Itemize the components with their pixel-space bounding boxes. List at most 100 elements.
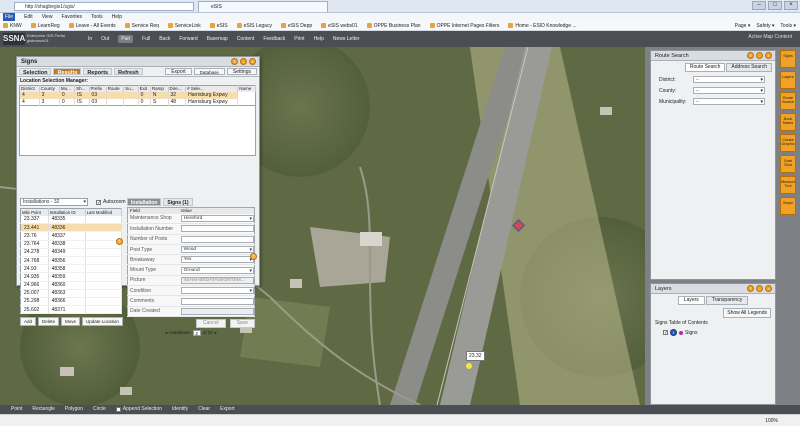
menu-edit[interactable]: Edit xyxy=(24,13,33,21)
append-selection-toggle[interactable]: Append Selection xyxy=(115,405,162,414)
close-icon[interactable]: × xyxy=(784,1,798,10)
favorite-link[interactable]: eSIS webs01 xyxy=(321,23,358,29)
favorite-link[interactable]: eSIS Depp xyxy=(280,23,312,29)
maximize-icon[interactable]: □ xyxy=(768,1,782,10)
minimize-icon[interactable]: – xyxy=(756,285,763,292)
inst-column-header[interactable]: Last Modified xyxy=(85,208,123,216)
tab-reports[interactable]: Reports xyxy=(83,68,113,76)
maptool-point-button[interactable]: Point xyxy=(11,405,22,414)
route-field-select[interactable]: -- xyxy=(693,87,765,94)
installation-pager-icon[interactable]: › xyxy=(116,238,123,245)
active-map-content[interactable]: Active Map Content xyxy=(748,34,792,40)
cancel-button[interactable]: Cancel xyxy=(196,318,226,328)
toolbar-in-button[interactable]: In xyxy=(88,35,92,43)
move-button[interactable]: Move xyxy=(61,317,81,327)
delete-button[interactable]: Delete xyxy=(38,317,60,327)
maptool-clear-button[interactable]: Clear xyxy=(198,405,210,414)
close-icon[interactable]: × xyxy=(765,52,772,59)
tab-route-search[interactable]: Route Search xyxy=(684,63,726,72)
toolbar-content-button[interactable]: Content xyxy=(237,35,255,43)
help-icon[interactable]: ? xyxy=(231,58,238,65)
widget-measure-tool-button[interactable]: Measure Tool xyxy=(780,176,796,194)
inst-column-header[interactable]: Mile Point xyxy=(20,208,49,216)
loc-column-header[interactable]: Name xyxy=(237,85,256,92)
autozoom-toggle[interactable]: ✓ Autozoom xyxy=(96,198,126,206)
favorite-link[interactable]: eSIS Legacy xyxy=(236,23,272,29)
help-icon[interactable]: ? xyxy=(747,52,754,59)
installation-row[interactable]: 24.966 48360 xyxy=(20,281,123,290)
installation-row[interactable]: 23.337 48335 xyxy=(20,215,123,225)
toolbar-news-letter-button[interactable]: News Letter xyxy=(333,35,360,43)
location-row[interactable]: 4 3 0 IS 03 0 N 32 Harrisburg Expwy xyxy=(19,91,256,99)
widget-grab-shot-button[interactable]: Grab Shot xyxy=(780,155,796,173)
toolbar-out-button[interactable]: Out xyxy=(101,35,109,43)
menu-view[interactable]: View xyxy=(42,13,53,21)
location-row[interactable]: 4 3 0 IS 03 0 S 48 Harrisburg Expwy xyxy=(19,98,256,106)
favorite-link[interactable]: eSIS xyxy=(209,23,228,29)
toolbar-print-button[interactable]: Print xyxy=(294,35,304,43)
favorite-link[interactable]: Service Req xyxy=(124,23,159,29)
installation-row[interactable]: 24.935 48359 xyxy=(20,272,123,282)
tab-installation[interactable]: Installation xyxy=(127,198,162,206)
close-icon[interactable]: × xyxy=(249,58,256,65)
layer-info-icon[interactable]: i xyxy=(670,329,677,336)
installation-row[interactable]: 25.298 48366 xyxy=(20,297,123,307)
tab-selection[interactable]: Selection xyxy=(19,68,52,76)
widget-signs-button[interactable]: Signs xyxy=(780,50,796,68)
maptool-rectangle-button[interactable]: Rectangle xyxy=(32,405,55,414)
toolbar-help-button[interactable]: Help xyxy=(314,35,324,43)
tab-refresh[interactable]: Refresh xyxy=(114,68,143,76)
pager-prev-icon[interactable]: ◂ xyxy=(165,330,167,336)
favorite-link[interactable]: Home - ESID Knowledge ... xyxy=(508,23,577,29)
maptool-identify-button[interactable]: Identify xyxy=(172,405,188,414)
maptool-circle-button[interactable]: Circle xyxy=(93,405,106,414)
menu-help[interactable]: Help xyxy=(112,13,122,21)
favorite-link[interactable]: OPPE Internet Pages Filters xyxy=(429,23,499,29)
favorite-link[interactable]: KNW xyxy=(3,23,22,29)
toolbar-full-button[interactable]: Full xyxy=(142,35,150,43)
zoom-level[interactable]: 100% xyxy=(765,418,778,424)
widget-create-graphic-button[interactable]: Create Graphic xyxy=(780,134,796,152)
pager-current-input[interactable]: 2 xyxy=(192,329,201,336)
append-selection-checkbox[interactable] xyxy=(115,407,121,412)
export-button[interactable]: Export xyxy=(165,68,192,75)
favorite-link[interactable]: OPPE Business Plan xyxy=(366,23,421,29)
layer-item-signs[interactable]: ✓ i Signs xyxy=(663,329,771,336)
installation-row[interactable]: 24.93 48358 xyxy=(20,264,123,274)
maptool-export-button[interactable]: Export xyxy=(220,405,234,414)
page-menu[interactable]: Page ▾ xyxy=(735,23,751,29)
tab-signs[interactable]: Signs (1) xyxy=(163,198,193,206)
field-maintenance-shop-input[interactable]: Hereford xyxy=(180,214,254,222)
minimize-icon[interactable]: – xyxy=(240,58,247,65)
installation-row[interactable]: 25.602 48371 xyxy=(20,305,123,315)
widget-layers-button[interactable]: Layers xyxy=(780,71,796,89)
installation-row[interactable]: 25.007 48363 xyxy=(20,289,123,298)
toolbar-forward-button[interactable]: Forward xyxy=(179,35,197,43)
field-condition-input[interactable] xyxy=(180,287,254,295)
tab-transparency[interactable]: Transparency xyxy=(705,296,749,305)
save-button[interactable]: Save xyxy=(229,318,255,328)
safety-menu[interactable]: Safety ▾ xyxy=(756,23,774,29)
favorite-link[interactable]: LearnReg xyxy=(30,23,60,29)
toolbar-pan-button[interactable]: Pan xyxy=(118,35,134,43)
update-location-button[interactable]: Update Location xyxy=(82,317,123,327)
installation-row[interactable]: 23.764 48338 xyxy=(20,240,123,249)
route-field-select[interactable]: -- xyxy=(693,98,765,105)
tab-address-search[interactable]: Address Search xyxy=(726,63,772,72)
widget-route-search-button[interactable]: Route Search xyxy=(780,92,796,110)
field-comments-input[interactable] xyxy=(180,297,254,305)
minimize-icon[interactable]: – xyxy=(752,1,766,10)
add-button[interactable]: Add xyxy=(20,317,37,327)
toolbar-basemap-button[interactable]: Basemap xyxy=(207,35,228,43)
widget-swipe-button[interactable]: Swipe xyxy=(780,197,796,215)
field-number-of-posts-input[interactable] xyxy=(180,235,254,243)
pager-next-icon[interactable]: ▸ xyxy=(215,330,217,336)
installation-row[interactable]: 24.768 48356 xyxy=(20,256,123,266)
tab-results[interactable]: Results xyxy=(53,68,82,76)
menu-favorites[interactable]: Favorites xyxy=(61,13,82,21)
layer-visibility-checkbox[interactable]: ✓ xyxy=(663,330,668,336)
installation-row[interactable]: 23.441 48336 xyxy=(20,223,123,233)
field-breakaway-input[interactable]: Yes xyxy=(180,256,254,264)
installation-row[interactable]: 23.76 48337 xyxy=(20,231,123,241)
toolbar-feedback-button[interactable]: Feedback xyxy=(263,35,285,43)
